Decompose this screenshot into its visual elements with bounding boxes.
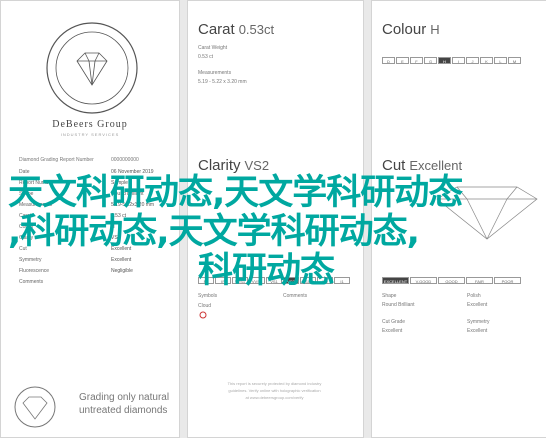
- footer-note: This report is securely protected by dia…: [187, 380, 362, 401]
- polish-value: Excellent: [467, 302, 488, 308]
- scale-step: J: [466, 57, 479, 64]
- carat-label: Carat: [198, 21, 235, 38]
- report-row-label: Fluorescence: [19, 268, 50, 274]
- scale-step: V.GOOD: [410, 277, 437, 284]
- colour-value: H: [430, 22, 440, 37]
- symmetry-value: Excellent: [467, 328, 488, 334]
- scale-step: EXCELLENT: [382, 277, 409, 284]
- footer-line-1: This report is securely protected by dia…: [227, 381, 322, 386]
- carat-weight-value: 0.53 ct: [198, 54, 214, 60]
- scale-step: L: [494, 57, 507, 64]
- scale-step: I: [452, 57, 465, 64]
- comments-label: Comments: [283, 293, 308, 299]
- cut-grade-value: Excellent: [382, 328, 403, 334]
- scale-step: POOR: [494, 277, 521, 284]
- diamond-outline-icon: [14, 386, 56, 428]
- shape-value: Round Brilliant: [382, 302, 415, 308]
- overlay-text-line-3: 科研动态: [198, 251, 335, 291]
- scale-step: FAIR: [466, 277, 493, 284]
- cut-grade-label: Cut Grade: [382, 319, 406, 325]
- shape-label: Shape: [382, 293, 397, 299]
- polish-label: Polish: [467, 293, 481, 299]
- symbols-value: Cloud: [198, 303, 212, 309]
- symmetry-label: Symmetry: [467, 319, 490, 325]
- scale-step: H: [438, 57, 451, 64]
- institute-seal-icon: [46, 22, 138, 114]
- colour-heading: Colour H: [382, 21, 440, 38]
- scale-step: F: [410, 57, 423, 64]
- cloud-symbol-icon: [199, 311, 207, 319]
- grading-tagline-2: untreated diamonds: [79, 405, 168, 416]
- carat-heading: Carat 0.53ct: [198, 21, 274, 38]
- scale-step: E: [396, 57, 409, 64]
- scale-step: GOOD: [438, 277, 465, 284]
- colour-label: Colour: [382, 21, 427, 38]
- scale-step: D: [382, 57, 395, 64]
- footer-line-3: at www.debeersgroup.com/verify: [245, 395, 304, 400]
- cut-scale: EXCELLENT V.GOOD GOOD FAIR POOR: [382, 277, 521, 284]
- brand-name: DeBeers Group: [52, 119, 128, 130]
- footer-line-2: guidelines. Verify online with holograph…: [228, 388, 321, 393]
- report-heading: Diamond Grading Report Number: [19, 157, 94, 163]
- grading-tagline-1: Grading only natural: [79, 392, 170, 403]
- scale-step: M: [508, 57, 521, 64]
- report-row-label: Comments: [19, 279, 44, 285]
- brand-subtitle: INDUSTRY SERVICES: [60, 132, 120, 137]
- measurements-label: Measurements: [198, 70, 232, 76]
- report-number: 0000000000: [111, 157, 139, 163]
- scale-step: G: [424, 57, 437, 64]
- colour-scale: DEFGHIJKLM: [382, 57, 521, 64]
- scale-step: I1: [334, 277, 350, 284]
- measurements-value: 5.19 - 5.22 x 3.20 mm: [198, 79, 247, 85]
- carat-value: 0.53ct: [238, 22, 275, 37]
- symbols-label: Symbols: [198, 293, 218, 299]
- carat-weight-label: Carat Weight: [198, 45, 228, 51]
- report-row-label: Symmetry: [19, 257, 42, 263]
- report-row-value: Negligible: [111, 268, 133, 274]
- scale-step: K: [480, 57, 493, 64]
- report-row-value: Excellent: [111, 257, 132, 263]
